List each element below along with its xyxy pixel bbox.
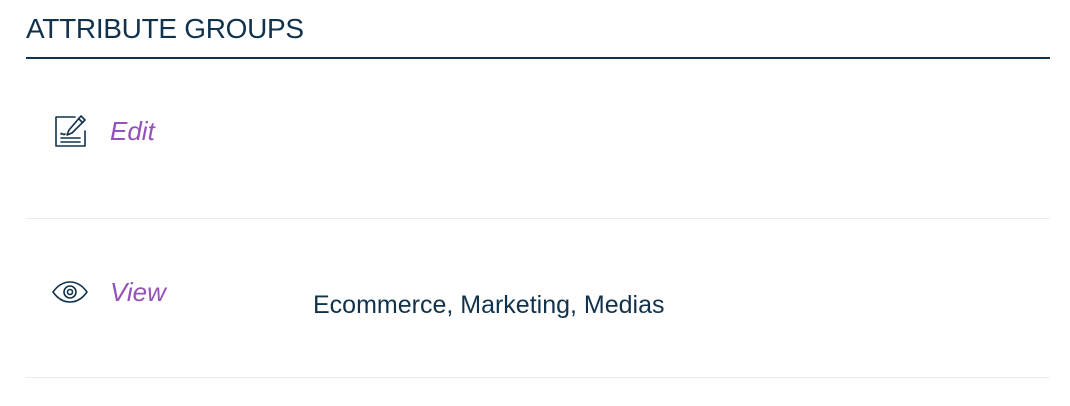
permission-row-view: View Ecommerce, Marketing, Medias <box>26 219 1050 378</box>
view-label[interactable]: View <box>110 274 166 310</box>
edit-permission[interactable]: Edit <box>52 113 155 149</box>
attribute-groups-section: ATTRIBUTE GROUPS Edit View Ecommerce, Ma… <box>26 0 1050 378</box>
permission-row-edit: Edit <box>26 59 1050 219</box>
edit-label[interactable]: Edit <box>110 113 155 149</box>
eye-icon <box>52 274 88 310</box>
view-groups-value: Ecommerce, Marketing, Medias <box>313 291 665 319</box>
edit-icon <box>52 113 88 149</box>
view-permission[interactable]: View <box>52 274 166 310</box>
section-title: ATTRIBUTE GROUPS <box>26 0 1050 59</box>
